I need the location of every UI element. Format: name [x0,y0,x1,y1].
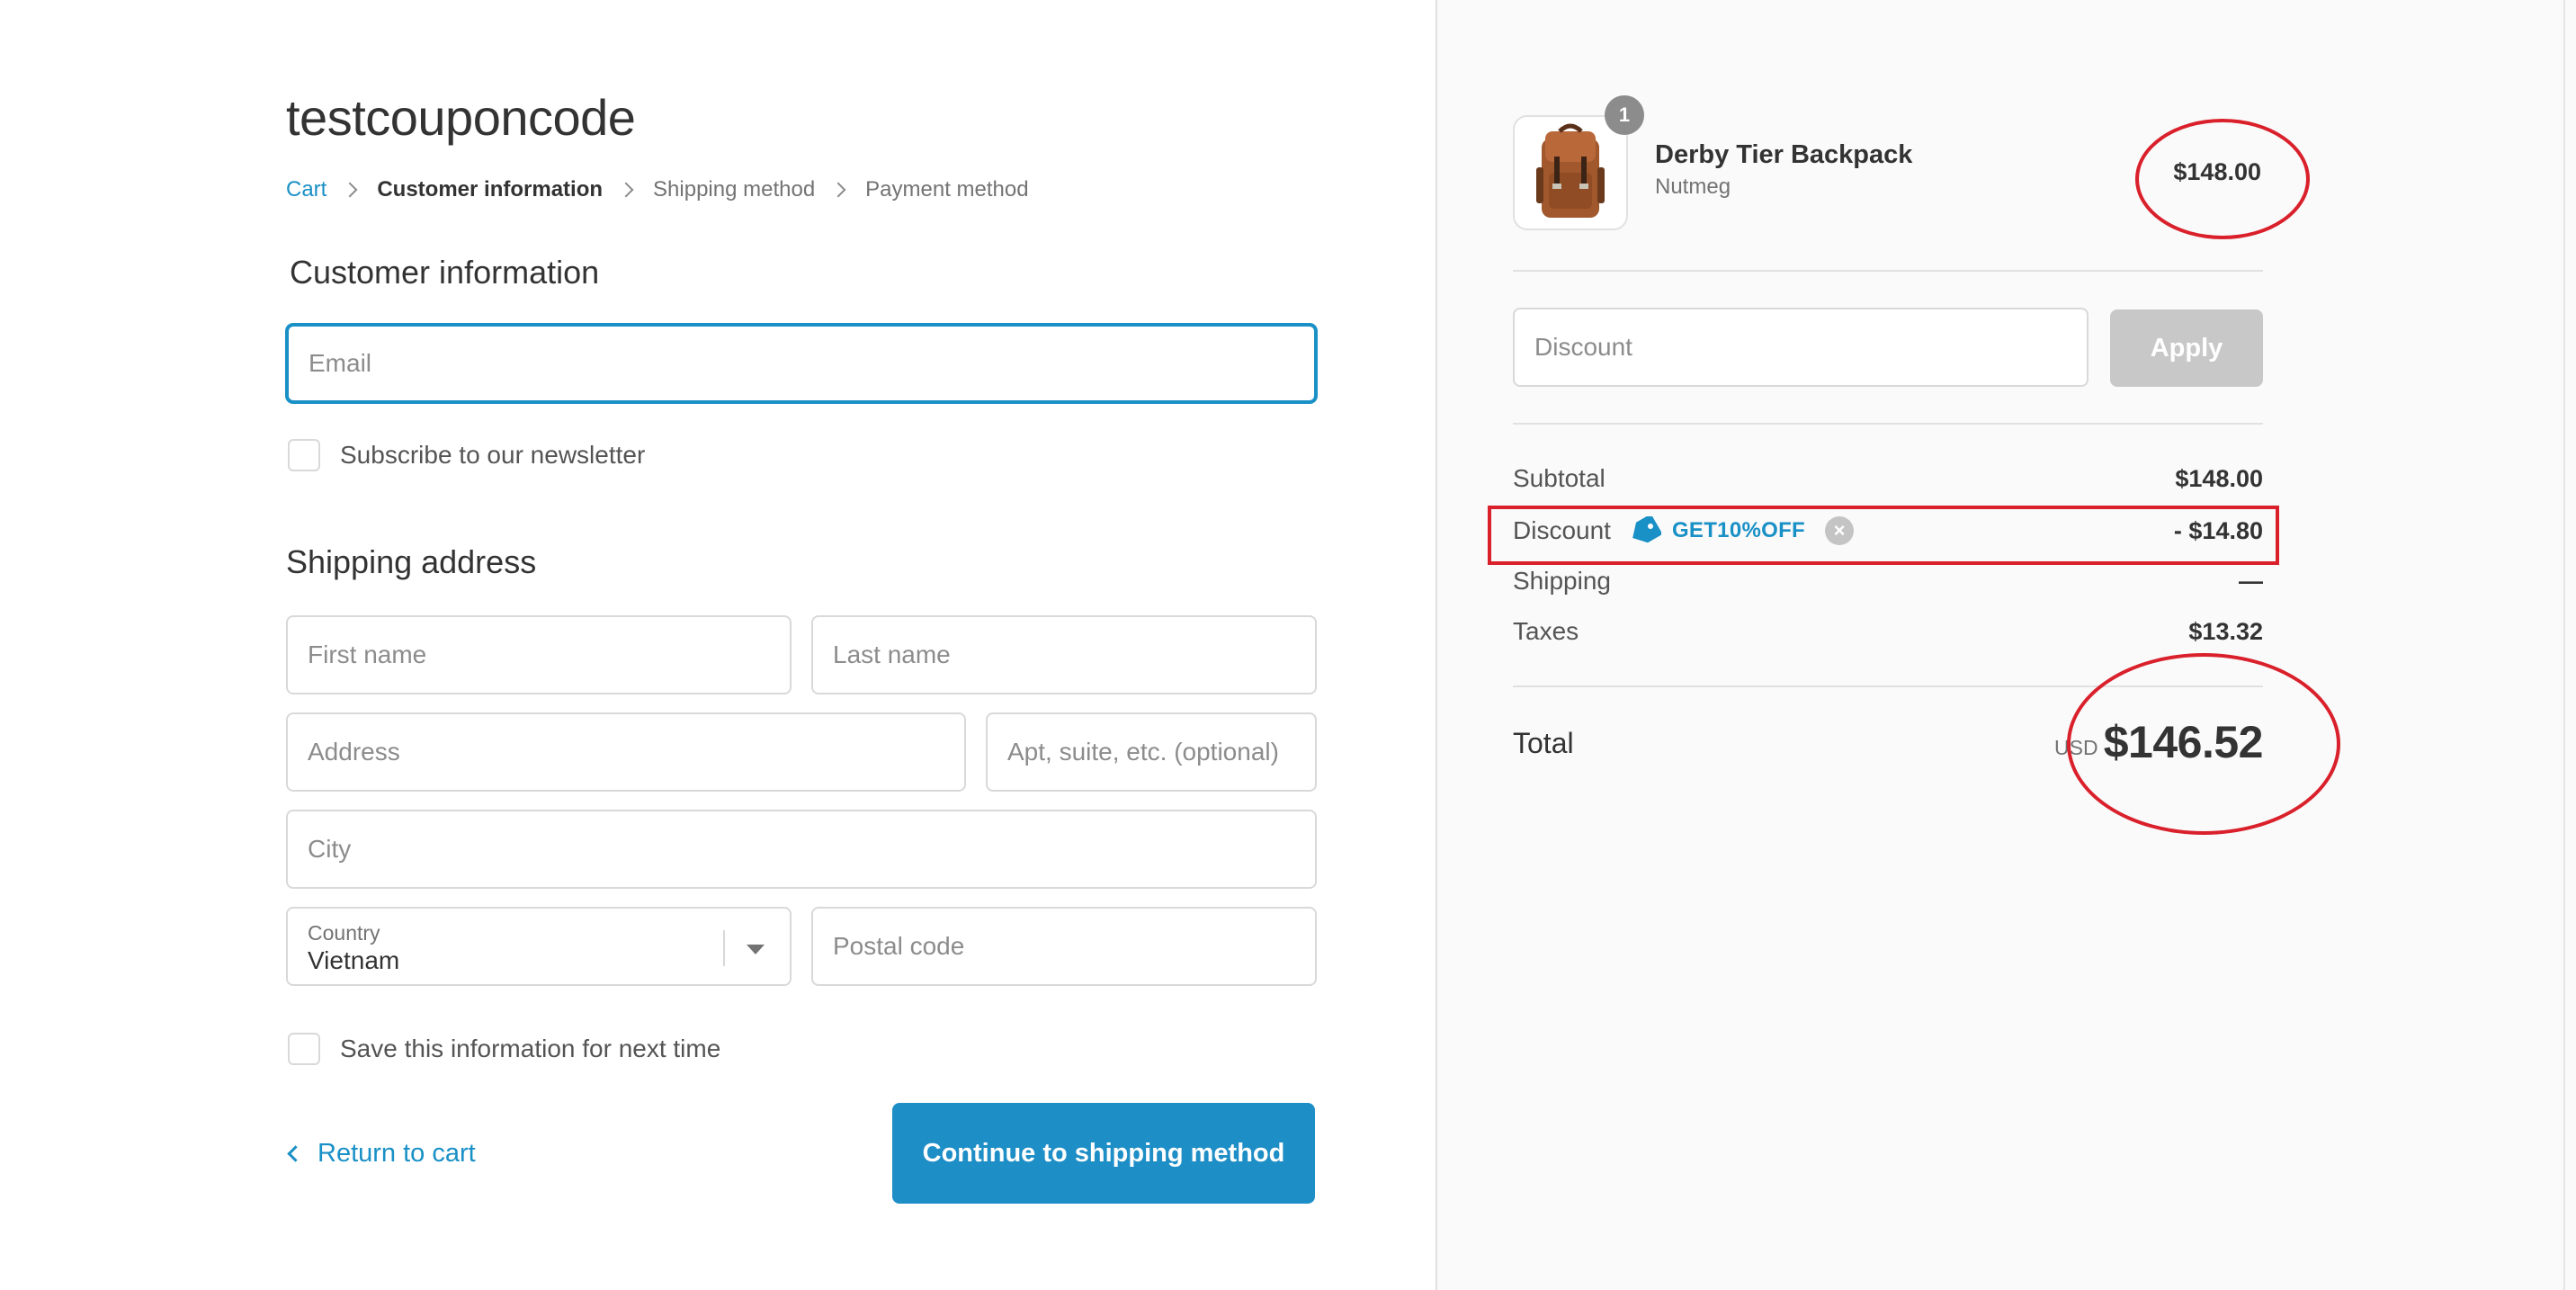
breadcrumb-payment-method: Payment method [865,177,1029,202]
quantity-badge: 1 [1605,95,1644,135]
shipping-label: Shipping [1513,567,1611,595]
product-name: Derby Tier Backpack [1655,140,1913,169]
continue-to-shipping-button[interactable]: Continue to shipping method [892,1103,1315,1204]
select-divider [723,930,725,966]
return-to-cart-link[interactable]: Return to cart [286,1135,476,1171]
breadcrumb-cart[interactable]: Cart [286,177,326,202]
scrollbar-track[interactable] [2563,0,2576,1290]
postal-code-field[interactable] [811,907,1317,986]
divider [1513,270,2263,272]
shipping-row: Shipping — [1513,563,2263,599]
chevron-right-icon [830,182,846,198]
chevron-right-icon [342,182,358,198]
apt-field[interactable] [986,712,1317,792]
apply-discount-button[interactable]: Apply [2110,309,2263,387]
chevron-right-icon [618,182,634,198]
save-info-checkbox[interactable] [288,1033,320,1065]
taxes-label: Taxes [1513,617,1579,645]
apt-input[interactable] [988,714,1315,790]
backpack-icon [1536,123,1605,218]
email-input[interactable] [289,327,1314,400]
product-variant: Nutmeg [1655,175,1731,199]
newsletter-option[interactable]: Subscribe to our newsletter [288,439,645,471]
breadcrumb-customer-information: Customer information [377,177,604,202]
taxes-value: $13.32 [2188,617,2263,645]
country-label: Country [308,921,380,945]
address-input[interactable] [288,714,964,790]
chevron-left-icon [287,1144,304,1162]
divider [1513,423,2263,425]
return-to-cart-label: Return to cart [318,1138,476,1168]
breadcrumb-shipping-method: Shipping method [653,177,816,202]
discount-code-input[interactable] [1515,309,2087,385]
email-field[interactable] [286,324,1317,403]
city-field[interactable] [286,810,1317,889]
country-value: Vietnam [308,946,400,974]
address-field[interactable] [286,712,966,792]
newsletter-label: Subscribe to our newsletter [340,441,646,469]
newsletter-checkbox[interactable] [288,439,320,471]
total-label: Total [1513,727,1574,759]
subtotal-value: $148.00 [2175,464,2263,492]
breadcrumb: Cart Customer information Shipping metho… [286,175,1029,205]
save-info-option[interactable]: Save this information for next time [288,1033,720,1065]
taxes-row: Taxes $13.32 [1513,614,2263,649]
annotation-box-discount [1488,506,2279,565]
last-name-input[interactable] [813,617,1315,693]
city-input[interactable] [288,811,1315,887]
product-thumbnail [1513,115,1628,230]
discount-code-field[interactable] [1513,308,2089,387]
store-title: testcouponcode [286,89,636,146]
postal-code-input[interactable] [813,909,1315,984]
country-select[interactable]: Country Vietnam [286,907,792,986]
shipping-address-heading: Shipping address [286,543,537,580]
checkout-main: testcouponcode Cart Customer information… [0,0,1436,1290]
save-info-label: Save this information for next time [340,1035,721,1062]
subtotal-label: Subtotal [1513,464,1606,492]
customer-information-heading: Customer information [290,254,600,291]
annotation-circle-price [2135,119,2310,239]
last-name-field[interactable] [811,615,1317,694]
subtotal-row: Subtotal $148.00 [1513,461,2263,497]
shipping-value: — [2239,567,2263,595]
caret-down-icon[interactable] [747,945,765,954]
annotation-circle-total [2067,653,2340,835]
first-name-field[interactable] [286,615,792,694]
first-name-input[interactable] [288,617,790,693]
